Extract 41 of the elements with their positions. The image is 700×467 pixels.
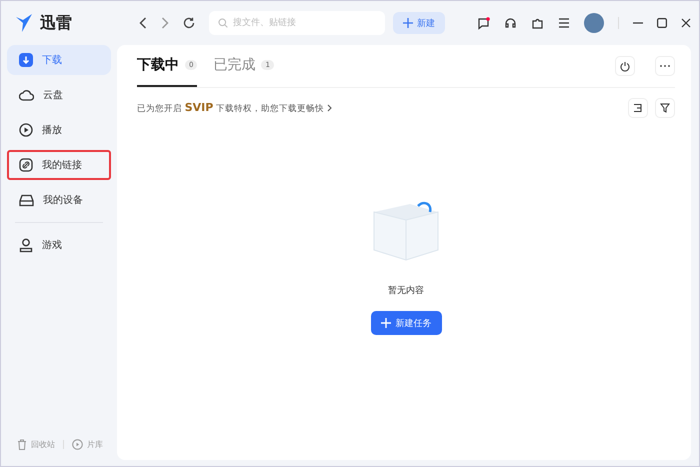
refresh-icon[interactable] <box>183 17 195 29</box>
maximize-icon[interactable] <box>657 18 667 28</box>
trash-icon <box>17 439 27 450</box>
sidebar-item[interactable]: 下载 <box>7 45 111 75</box>
sidebar-item[interactable]: 云盘 <box>7 80 111 110</box>
plus-icon <box>380 318 390 328</box>
more-button[interactable] <box>655 56 675 76</box>
search-field[interactable]: 搜文件、贴链接 <box>209 11 385 35</box>
filter-button[interactable] <box>655 98 675 118</box>
cloud-icon <box>19 89 34 101</box>
bird-logo-icon <box>15 14 35 32</box>
sidebar-item[interactable]: 播放 <box>7 115 111 145</box>
plus-icon <box>403 18 413 28</box>
back-icon[interactable] <box>139 17 147 29</box>
close-icon[interactable] <box>681 18 691 28</box>
person-icon <box>19 238 33 252</box>
sidebar-item[interactable]: 我的链接 <box>7 150 111 180</box>
sort-button[interactable] <box>628 98 648 118</box>
minimize-icon[interactable] <box>633 22 643 24</box>
search-icon <box>218 18 228 28</box>
svip-notice-link[interactable]: 已为您开启 SVIP 下载特权，助您下载更畅快 <box>137 101 324 115</box>
drive-icon <box>19 194 34 206</box>
filter-icon <box>660 103 670 113</box>
download-icon <box>19 53 33 67</box>
sidebar-item[interactable]: 游戏 <box>7 230 111 260</box>
headset-icon[interactable] <box>504 16 517 30</box>
empty-message: 暂无内容 <box>388 284 424 297</box>
menu-icon[interactable] <box>558 18 570 28</box>
new-button[interactable]: 新建 <box>393 12 445 34</box>
list-icon <box>633 103 643 113</box>
chevron-right-icon <box>327 104 332 112</box>
link-icon <box>19 158 33 172</box>
forward-icon[interactable] <box>161 17 169 29</box>
avatar[interactable] <box>584 13 604 33</box>
power-icon <box>620 60 630 72</box>
new-task-button[interactable]: 新建任务 <box>370 311 442 335</box>
sidebar-item[interactable]: 我的设备 <box>7 185 111 215</box>
app-name: 迅雷 <box>40 12 72 34</box>
chat-icon[interactable] <box>477 16 490 30</box>
play-icon <box>19 123 33 137</box>
power-button[interactable] <box>615 56 635 76</box>
